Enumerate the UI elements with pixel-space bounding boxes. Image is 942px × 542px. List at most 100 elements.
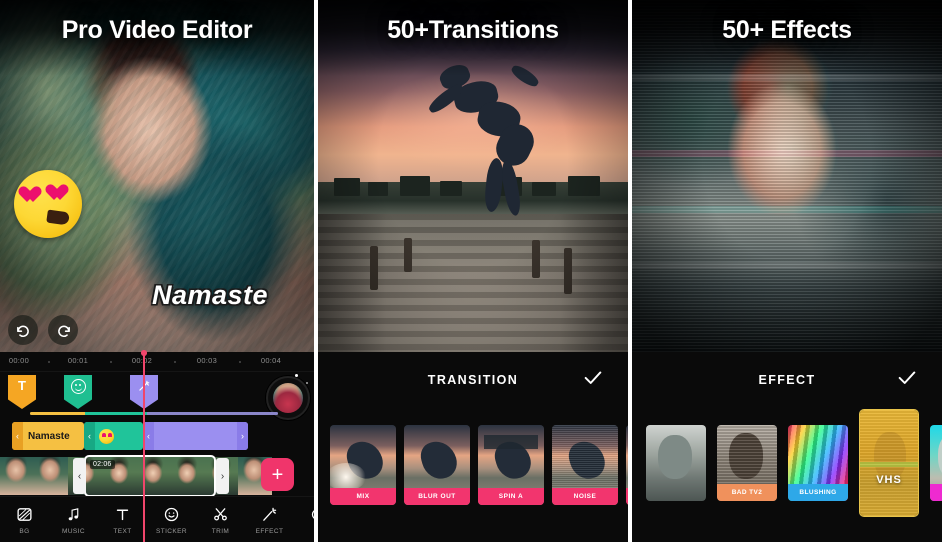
- clip-handle-left[interactable]: ‹: [143, 422, 154, 450]
- filmstrip-track: ‹ › 02:06 +: [0, 455, 314, 497]
- filter-icon: [310, 505, 314, 524]
- toolbar-label-music: MUSIC: [62, 527, 85, 535]
- undo-button[interactable]: [8, 315, 38, 345]
- add-clip-button[interactable]: +: [261, 458, 294, 491]
- video-preview-2[interactable]: [318, 0, 628, 352]
- effect-tile-bad-tv2[interactable]: BAD TV2: [717, 425, 777, 501]
- video-preview-3[interactable]: [632, 0, 942, 352]
- transition-tile-label: MIX: [330, 488, 396, 505]
- timeline-ruler[interactable]: 00:00 00:01 00:02 00:03 00:04: [0, 352, 314, 372]
- toolbar-item-trim[interactable]: TRIM: [196, 505, 245, 535]
- tile-spin-band: [484, 435, 538, 449]
- record-thumbnail: [273, 383, 303, 413]
- preview-vignette-3: [632, 0, 942, 352]
- screenshot-stage: Namaste Pro Video Editor 00:00 00:01 00:…: [0, 0, 942, 542]
- toolbar-item-bg[interactable]: BG: [0, 505, 49, 535]
- clip-handle-left[interactable]: ‹: [84, 422, 95, 450]
- marker-sticker[interactable]: [64, 375, 92, 409]
- marker-text[interactable]: T: [8, 375, 36, 409]
- transition-tile[interactable]: TURN PA: [626, 425, 628, 505]
- check-icon: [898, 371, 916, 384]
- progress-seg-text: [30, 412, 85, 415]
- heart-left-icon: [23, 187, 42, 204]
- clip-effect[interactable]: ‹ ›: [143, 422, 248, 450]
- filmstrip[interactable]: [0, 457, 272, 495]
- scissors-icon: [212, 505, 229, 524]
- panel-transitions: 50+Transitions TRANSITION MIX BLUR OUT S…: [318, 0, 628, 542]
- filmstrip-frame[interactable]: [34, 457, 68, 495]
- text-marker-glyph: T: [18, 378, 26, 393]
- effect-tile-vhs[interactable]: VHS: [859, 409, 919, 517]
- progress-seg-effect: [146, 412, 278, 415]
- redo-button[interactable]: [48, 315, 78, 345]
- transition-tile[interactable]: SPIN A: [478, 425, 544, 505]
- clip-handle-left[interactable]: ‹: [12, 422, 23, 450]
- timeline-progress-bar[interactable]: [30, 412, 278, 415]
- progress-seg-sticker: [84, 412, 147, 415]
- marker-effect[interactable]: [130, 375, 158, 409]
- text-icon: [114, 505, 131, 524]
- redo-icon: [57, 325, 70, 337]
- panel-editor: Namaste Pro Video Editor 00:00 00:01 00:…: [0, 0, 314, 542]
- video-preview-1[interactable]: Namaste: [0, 0, 314, 352]
- filmstrip-frame[interactable]: [170, 457, 204, 495]
- progress-bar-wrap: [0, 412, 314, 418]
- confirm-button[interactable]: [582, 367, 604, 394]
- transition-tile-row[interactable]: MIX BLUR OUT SPIN A NOISE: [318, 425, 628, 505]
- background-icon: [16, 505, 33, 524]
- toolbar-item-text[interactable]: TEXT: [98, 505, 147, 535]
- transition-tile[interactable]: BLUR OUT: [404, 425, 470, 505]
- transition-tile-label: SPIN A: [478, 488, 544, 505]
- magic-wand-icon: [139, 380, 150, 391]
- transition-tile[interactable]: MIX: [330, 425, 396, 505]
- sparkle-icon: [306, 382, 308, 384]
- heart-eyes-emoji-sticker[interactable]: [14, 170, 82, 238]
- toolbar-label-text: TEXT: [113, 527, 132, 535]
- preview-vignette-2: [318, 0, 628, 352]
- effect-tile-flow[interactable]: FLOW: [646, 425, 706, 501]
- transition-tile[interactable]: NOISE: [552, 425, 618, 505]
- confirm-button[interactable]: [896, 367, 918, 394]
- toolbar-item-effect[interactable]: EFFECT: [245, 505, 294, 535]
- ruler-dot: [48, 361, 50, 363]
- effect-tile-label: BAD TV2: [717, 484, 777, 501]
- clip-duration-badge: 02:06: [90, 460, 115, 469]
- toolbar-item-music[interactable]: MUSIC: [49, 505, 98, 535]
- sparkle-icon: [295, 374, 298, 377]
- music-note-icon: [65, 505, 82, 524]
- ruler-tick-4: 00:04: [260, 356, 282, 365]
- undo-icon: [16, 325, 29, 337]
- filmstrip-frame[interactable]: [0, 457, 34, 495]
- bottom-toolbar: BG MUSIC TEXT STICKER TRIM EFFECT: [0, 496, 314, 542]
- toolbar-label-effect: EFFECT: [255, 527, 284, 535]
- overlay-text-namaste[interactable]: Namaste: [152, 280, 268, 311]
- effect-tile-negative[interactable]: NEGAT: [930, 425, 942, 501]
- toolbar-label-sticker: STICKER: [156, 527, 187, 535]
- transition-list: MIX BLUR OUT SPIN A NOISE: [318, 408, 628, 542]
- ruler-tick-1: 00:01: [67, 356, 89, 365]
- clip-sticker[interactable]: ‹: [84, 422, 143, 450]
- transition-sheet-title: TRANSITION: [427, 373, 519, 387]
- effect-tile-blushing[interactable]: BLUSHING: [788, 425, 848, 501]
- clip-text[interactable]: ‹ Namaste: [12, 422, 84, 450]
- filmstrip-next-arrow[interactable]: ›: [216, 458, 229, 494]
- transition-tile-label: TURN PA: [626, 488, 628, 505]
- transition-tile-label: NOISE: [552, 488, 618, 505]
- toolbar-item-filter[interactable]: FI: [294, 505, 314, 535]
- effect-tile-label: VHS: [876, 474, 902, 486]
- effect-list: FLOW BAD TV2 BLUSHING: [632, 408, 942, 542]
- ruler-dot: [174, 361, 176, 363]
- clip-handle-right[interactable]: ›: [237, 422, 248, 450]
- transition-sheet-header: TRANSITION: [318, 352, 628, 408]
- heart-right-icon: [50, 185, 69, 202]
- check-icon: [584, 371, 602, 384]
- ruler-tick-3: 00:03: [196, 356, 218, 365]
- filmstrip-prev-arrow[interactable]: ‹: [73, 458, 86, 494]
- effect-sheet-title: EFFECT: [758, 373, 816, 387]
- magic-wand-icon: [261, 505, 278, 524]
- effect-tile-row[interactable]: FLOW BAD TV2 BLUSHING: [632, 409, 942, 517]
- toolbar-item-sticker[interactable]: STICKER: [147, 505, 196, 535]
- filmstrip-frame[interactable]: [136, 457, 170, 495]
- ruler-dot: [239, 361, 241, 363]
- clip-emoji-icon: [99, 428, 114, 444]
